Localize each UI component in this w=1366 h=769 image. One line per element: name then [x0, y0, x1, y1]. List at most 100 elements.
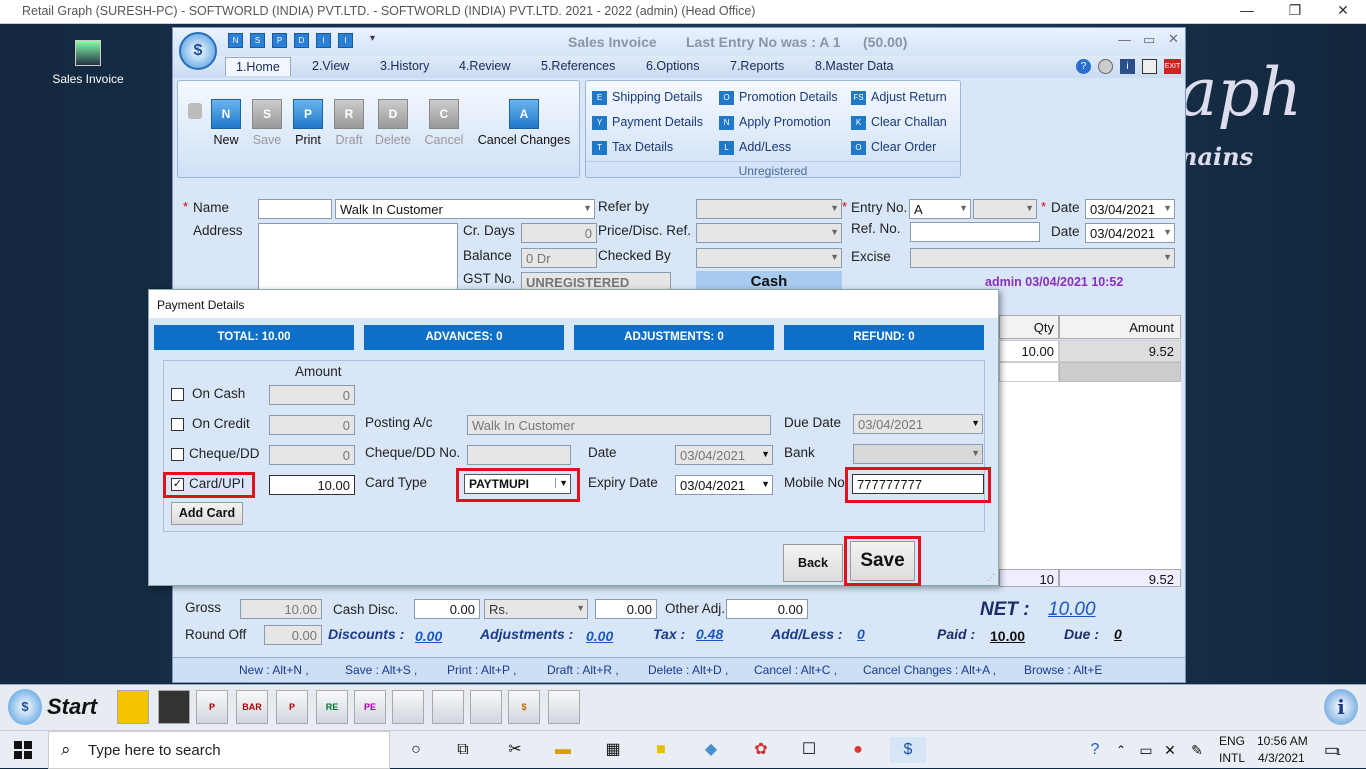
adjust-return-link[interactable]: FS Adjust Return: [851, 90, 947, 105]
clear-order-link[interactable]: O Clear Order: [851, 140, 936, 155]
purchase-quick-icon[interactable]: [158, 690, 190, 724]
checked-by-select[interactable]: ▼: [696, 248, 842, 268]
language-code[interactable]: ENG: [1219, 734, 1245, 748]
restore-button[interactable]: ❐: [1280, 2, 1310, 19]
qa-delete-icon[interactable]: D: [294, 33, 309, 48]
tab-master-data[interactable]: 8.Master Data: [815, 59, 894, 73]
chevron-down-icon[interactable]: ▼: [971, 418, 980, 428]
language-layout[interactable]: INTL: [1219, 751, 1245, 765]
pos-quick-icon[interactable]: P: [196, 690, 228, 724]
qa-new-icon[interactable]: N: [228, 33, 243, 48]
search-box[interactable]: ⌕ Type here to search: [48, 731, 390, 769]
cheque-checkbox[interactable]: [171, 448, 184, 461]
save-button[interactable]: Save: [850, 541, 915, 581]
name-code-input[interactable]: [258, 199, 332, 219]
sticky-notes-icon[interactable]: ■: [648, 737, 674, 763]
tab-options[interactable]: 6.Options: [646, 59, 700, 73]
chevron-down-icon[interactable]: ▼: [830, 227, 839, 237]
clock-time[interactable]: 10:56 AM: [1257, 734, 1308, 748]
tab-review[interactable]: 4.Review: [459, 59, 510, 73]
pen-icon[interactable]: ✎: [1184, 737, 1210, 763]
tab-references[interactable]: 5.References: [541, 59, 615, 73]
purchase-order-quick-icon[interactable]: P: [276, 690, 308, 724]
other-adj-input[interactable]: 0.00: [726, 599, 808, 619]
network-icon[interactable]: ▭: [1133, 737, 1159, 763]
price-disc-select[interactable]: ▼: [696, 223, 842, 243]
on-credit-amount[interactable]: 0: [269, 415, 355, 435]
close-button[interactable]: ✕: [1328, 2, 1358, 19]
qa-print-icon[interactable]: P: [272, 33, 287, 48]
payment-details-link[interactable]: Y Payment Details: [592, 115, 703, 130]
back-button[interactable]: Back: [783, 544, 843, 582]
app-icon[interactable]: ◆: [698, 737, 724, 763]
maximize-icon[interactable]: ▭: [1143, 32, 1155, 48]
help-icon[interactable]: ?: [1076, 59, 1091, 74]
info-icon[interactable]: i: [1120, 59, 1135, 74]
disc-type-select[interactable]: Rs. ▼: [484, 599, 588, 619]
receipt-quick-icon[interactable]: RE: [316, 690, 348, 724]
bank-select[interactable]: ▼: [853, 444, 983, 464]
minimize-button[interactable]: —: [1232, 2, 1262, 18]
add-card-button[interactable]: Add Card: [171, 502, 243, 525]
paint-icon[interactable]: ✿: [748, 737, 774, 763]
cheque-no-input[interactable]: [467, 445, 571, 465]
windows-start-icon[interactable]: [14, 741, 32, 759]
invoice-date-input[interactable]: 03/04/2021 ▼: [1085, 199, 1175, 219]
cheque-date-input[interactable]: 03/04/2021 ▼: [675, 445, 773, 465]
card-type-select[interactable]: PAYTMUPI ▼: [464, 474, 571, 494]
chevron-up-icon[interactable]: ⌃: [1108, 737, 1134, 763]
barcode-quick-icon[interactable]: BAR: [236, 690, 268, 724]
info-quick-icon[interactable]: i: [1324, 689, 1358, 725]
chevron-down-icon[interactable]: ▼: [830, 252, 839, 262]
amount-header[interactable]: Amount: [1059, 315, 1181, 339]
clear-challan-link[interactable]: K Clear Challan: [851, 115, 947, 130]
chevron-down-icon[interactable]: ▼: [761, 449, 770, 459]
apply-promotion-link[interactable]: N Apply Promotion: [719, 115, 831, 130]
volume-muted-icon[interactable]: ✕: [1157, 737, 1183, 763]
chrome-icon[interactable]: ●: [845, 737, 871, 763]
close-icon[interactable]: ✕: [1168, 31, 1179, 47]
app-orb-icon[interactable]: $: [179, 32, 217, 70]
cash-disc-input[interactable]: 0.00: [414, 599, 480, 619]
reports-quick-icon[interactable]: [432, 690, 464, 724]
promotion-details-link[interactable]: O Promotion Details: [719, 90, 838, 105]
new-button[interactable]: N New: [208, 99, 244, 147]
draft-button[interactable]: R Draft: [330, 99, 368, 147]
cancel-changes-button[interactable]: A Cancel Changes: [474, 99, 574, 147]
start-orb-icon[interactable]: $: [8, 689, 42, 725]
exit-icon[interactable]: EXIT: [1164, 59, 1181, 74]
tab-history[interactable]: 3.History: [380, 59, 429, 73]
help-tray-icon[interactable]: ?: [1082, 737, 1108, 763]
stock-quick-icon[interactable]: [392, 690, 424, 724]
tab-reports[interactable]: 7.Reports: [730, 59, 784, 73]
refer-by-select[interactable]: ▼: [696, 199, 842, 219]
chevron-down-icon[interactable]: ▼: [576, 603, 585, 613]
chevron-down-icon[interactable]: ▼: [1163, 227, 1172, 237]
qa-save-icon[interactable]: S: [250, 33, 265, 48]
address-input[interactable]: [258, 223, 458, 293]
expiry-date-input[interactable]: 03/04/2021 ▼: [675, 475, 773, 495]
chevron-down-icon[interactable]: ▼: [1163, 252, 1172, 262]
entry-no-select[interactable]: ▼: [973, 199, 1037, 219]
delete-button[interactable]: D Delete: [372, 99, 414, 147]
cortana-icon[interactable]: ○: [403, 737, 429, 763]
print-button[interactable]: P Print: [290, 99, 326, 147]
file-explorer-icon[interactable]: ▬: [550, 737, 576, 763]
sales-invoice-quick-icon[interactable]: [117, 690, 149, 724]
shipping-details-link[interactable]: E Shipping Details: [592, 90, 702, 105]
tax-details-link[interactable]: T Tax Details: [592, 140, 673, 155]
chevron-down-icon[interactable]: ▼: [971, 448, 980, 458]
due-date-input[interactable]: 03/04/2021 ▼: [853, 414, 983, 434]
feedback-icon[interactable]: ☐: [796, 737, 822, 763]
ref-date-input[interactable]: 03/04/2021 ▼: [1085, 223, 1175, 243]
card-upi-checkbox[interactable]: ✓: [171, 478, 184, 491]
qa-info2-icon[interactable]: I: [338, 33, 353, 48]
chevron-down-icon[interactable]: ▼: [959, 203, 968, 213]
chevron-down-icon[interactable]: ▼: [555, 478, 568, 488]
document-icon[interactable]: [1142, 59, 1157, 74]
grid-empty-cell[interactable]: [999, 362, 1059, 382]
on-cash-amount[interactable]: 0: [269, 385, 355, 405]
chevron-down-icon[interactable]: ▼: [1163, 203, 1172, 213]
add-less-link[interactable]: L Add/Less: [719, 140, 791, 155]
tab-home[interactable]: 1.Home: [225, 57, 291, 76]
